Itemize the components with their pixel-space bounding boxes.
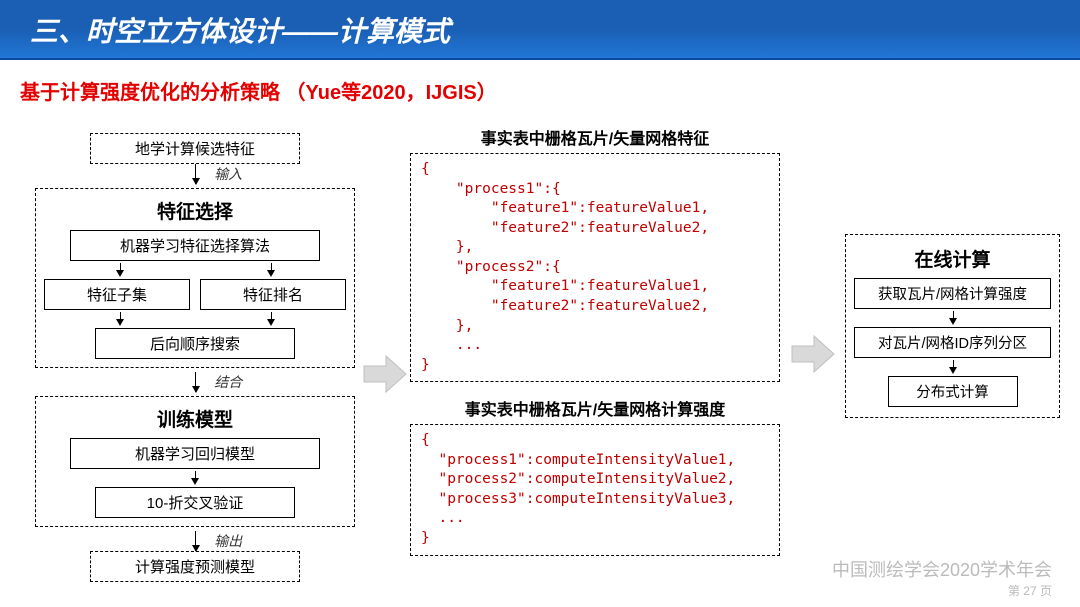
step1-box: 获取瓦片/网格计算强度 <box>854 278 1051 309</box>
ranking-box: 特征排名 <box>200 279 346 310</box>
left-column: 地学计算候选特征 输入 特征选择 机器学习特征选择算法 特征子集 特征排名 后向… <box>35 133 355 582</box>
slide-header: 三、时空立方体设计——计算模式 <box>0 0 1080 60</box>
big-arrow-icon <box>788 330 836 378</box>
code-block-features: { "process1":{ "feature1":featureValue1,… <box>410 153 780 382</box>
slide-title: 三、时空立方体设计——计算模式 <box>30 16 450 47</box>
subtitle: 基于计算强度优化的分析策略 （Yue等2020，IJGIS） <box>0 60 1080 111</box>
mid-title-1: 事实表中栅格瓦片/矢量网格特征 <box>410 125 780 149</box>
regression-box: 机器学习回归模型 <box>70 438 320 469</box>
predict-box: 计算强度预测模型 <box>90 551 300 582</box>
candidate-box: 地学计算候选特征 <box>90 133 300 164</box>
ml-algo-box: 机器学习特征选择算法 <box>70 230 320 261</box>
page-number: 第 27 页 <box>832 582 1052 599</box>
subset-box: 特征子集 <box>44 279 190 310</box>
train-model-title: 训练模型 <box>44 405 346 432</box>
output-label: 输出 <box>214 531 242 551</box>
big-arrow-icon <box>360 350 408 398</box>
footer-org: 中国测绘学会2020学术年会 <box>832 556 1052 582</box>
right-column: 在线计算 获取瓦片/网格计算强度 对瓦片/网格ID序列分区 分布式计算 <box>845 230 1060 422</box>
train-model-section: 训练模型 机器学习回归模型 10-折交叉验证 <box>35 396 355 527</box>
mid-column: 事实表中栅格瓦片/矢量网格特征 { "process1":{ "feature1… <box>410 125 780 570</box>
combine-label: 结合 <box>214 372 242 392</box>
code-block-intensity: { "process1":computeIntensityValue1, "pr… <box>410 424 780 555</box>
mid-title-2: 事实表中栅格瓦片/矢量网格计算强度 <box>410 396 780 420</box>
backward-box: 后向顺序搜索 <box>95 328 295 359</box>
online-compute-section: 在线计算 获取瓦片/网格计算强度 对瓦片/网格ID序列分区 分布式计算 <box>845 234 1060 418</box>
footer: 中国测绘学会2020学术年会 第 27 页 <box>832 556 1052 599</box>
crossval-box: 10-折交叉验证 <box>95 487 295 518</box>
feature-selection-section: 特征选择 机器学习特征选择算法 特征子集 特征排名 后向顺序搜索 <box>35 188 355 368</box>
online-compute-title: 在线计算 <box>854 245 1051 272</box>
input-label: 输入 <box>214 164 242 184</box>
step3-box: 分布式计算 <box>888 376 1018 407</box>
feature-selection-title: 特征选择 <box>44 197 346 224</box>
step2-box: 对瓦片/网格ID序列分区 <box>854 327 1051 358</box>
